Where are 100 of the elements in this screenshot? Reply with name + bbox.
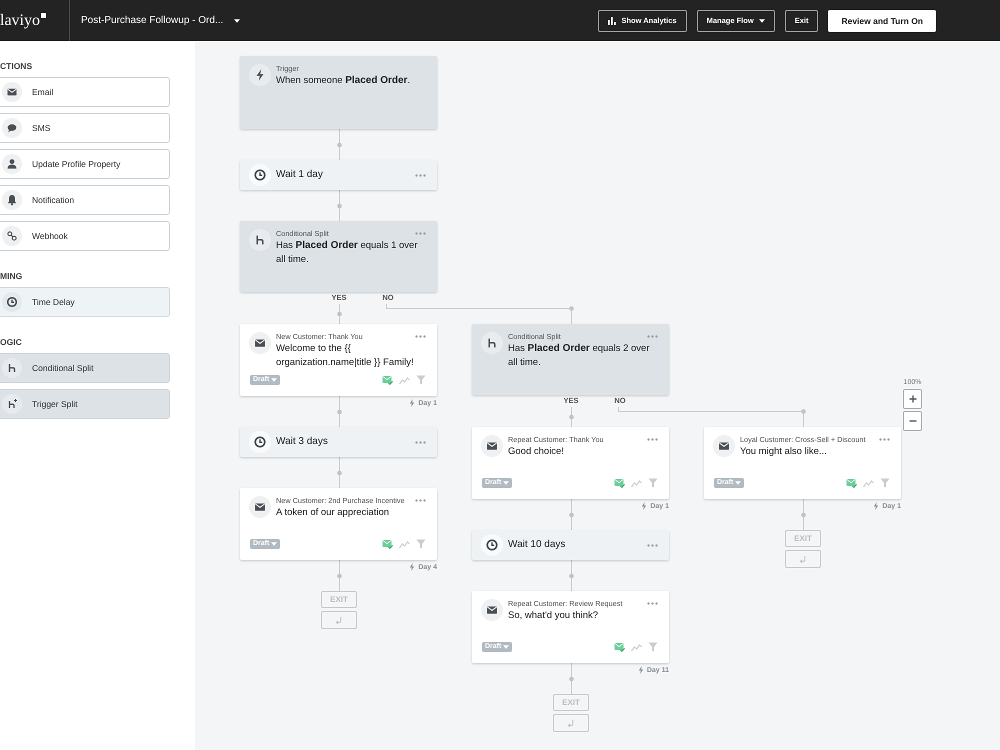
more-icon[interactable]	[415, 335, 426, 338]
envelope-icon	[249, 496, 271, 518]
sidebar-item[interactable]: Time Delay	[0, 287, 170, 317]
clock-icon	[2, 292, 22, 312]
chat-bubble-icon	[2, 118, 22, 138]
email-subject: Welcome to the {{ organization.name|title }} Family!	[276, 342, 415, 370]
split-plus-icon	[2, 394, 22, 414]
bar-chart-icon	[608, 16, 616, 24]
filter-icon[interactable]	[648, 478, 658, 488]
time-delay-card[interactable]: Wait 10 days	[472, 530, 669, 560]
envelope-check-icon[interactable]	[614, 642, 625, 652]
connector-line	[337, 190, 342, 222]
exit-node: EXIT	[785, 530, 821, 547]
envelope-icon	[481, 599, 503, 621]
lightning-icon	[873, 502, 880, 510]
envelope-check-icon[interactable]	[846, 478, 857, 488]
connector-line	[569, 560, 574, 592]
connector-line	[337, 396, 342, 428]
delay-text: Wait 3 days	[276, 435, 328, 449]
email-subject: So, what'd you think?	[508, 609, 600, 623]
sidebar-item[interactable]: SMS	[0, 113, 170, 143]
return-arrow-icon	[798, 554, 808, 564]
exit-node: EXIT	[553, 694, 589, 711]
analytics-icon[interactable]	[399, 540, 410, 548]
more-icon[interactable]	[647, 602, 658, 605]
delay-text: Wait 10 days	[508, 538, 566, 552]
section-heading: MING	[0, 271, 24, 282]
flow-title-dropdown[interactable]: Post-Purchase Followup - Ord...	[81, 15, 240, 26]
section-heading: OGIC	[0, 337, 23, 348]
analytics-icon[interactable]	[863, 478, 874, 488]
more-icon[interactable]	[415, 232, 426, 235]
more-icon[interactable]	[879, 438, 890, 441]
logo[interactable]: laviyo	[0, 12, 46, 28]
trigger-text: When someone Placed Order.	[276, 74, 412, 88]
split-icon	[249, 229, 271, 251]
person-icon	[2, 154, 22, 174]
more-icon[interactable]	[647, 544, 658, 546]
caret-icon	[234, 18, 240, 22]
filter-icon[interactable]	[648, 642, 658, 652]
caret-icon	[503, 481, 510, 485]
caret-icon	[271, 378, 278, 382]
time-delay-card[interactable]: Wait 1 day	[240, 160, 437, 190]
zoom-in-button[interactable]	[903, 389, 922, 409]
envelope-icon	[249, 332, 271, 354]
lightning-icon	[638, 666, 644, 674]
more-icon[interactable]	[415, 440, 426, 444]
caret-icon	[758, 18, 765, 22]
filter-icon[interactable]	[880, 478, 890, 488]
connector-line	[337, 560, 342, 592]
clock-icon	[249, 164, 271, 186]
sidebar-item[interactable]: Notification	[0, 185, 170, 215]
sidebar-item[interactable]: Conditional Split	[0, 353, 170, 383]
condition-text: Has Placed Order equals 1 over all time.	[276, 239, 418, 267]
envelope-check-icon[interactable]	[382, 539, 393, 549]
more-icon[interactable]	[647, 438, 658, 441]
envelope-check-icon[interactable]	[614, 478, 625, 488]
clock-icon	[481, 534, 503, 556]
filter-icon[interactable]	[416, 375, 426, 385]
caret-icon	[503, 645, 510, 649]
lightning-icon	[409, 563, 416, 571]
sidebar-item[interactable]: Update Profile Property	[0, 149, 170, 179]
sidebar-item[interactable]: Webhook	[0, 221, 170, 251]
lightning-icon	[409, 399, 416, 407]
section-heading: CTIONS	[0, 61, 34, 72]
envelope-check-icon[interactable]	[382, 375, 393, 385]
return-arrow-icon	[566, 718, 576, 728]
envelope-icon	[481, 435, 503, 457]
connector-line	[569, 498, 574, 530]
sidebar-item[interactable]: Email	[0, 77, 170, 107]
clock-icon	[249, 431, 271, 453]
plus-icon	[908, 395, 916, 403]
minus-icon	[908, 420, 916, 422]
delay-text: Wait 1 day	[276, 168, 323, 182]
email-subject: A token of our appreciation	[276, 506, 390, 520]
time-delay-card[interactable]: Wait 3 days	[240, 427, 437, 457]
return-arrow-icon	[334, 616, 344, 624]
email-subject: You might also like...	[740, 445, 828, 459]
more-icon[interactable]	[415, 174, 426, 176]
connector-line	[337, 128, 342, 160]
review-and-turn-on-button[interactable]: Review and Turn On	[828, 10, 936, 32]
connector-line	[569, 662, 574, 694]
connector-line	[337, 304, 342, 324]
analytics-icon[interactable]	[631, 478, 642, 488]
sidebar-item[interactable]: Trigger Split	[0, 389, 170, 419]
analytics-icon[interactable]	[631, 642, 642, 652]
reconnect-button[interactable]	[553, 714, 589, 732]
caret-icon	[735, 481, 742, 485]
more-icon[interactable]	[415, 499, 426, 502]
more-icon[interactable]	[647, 335, 658, 338]
analytics-icon[interactable]	[399, 376, 410, 384]
email-subject: Good choice!	[508, 445, 565, 459]
lightning-icon	[641, 502, 648, 510]
connector-line	[337, 456, 342, 488]
reconnect-button[interactable]	[321, 611, 357, 629]
caret-icon	[271, 542, 278, 546]
reconnect-button[interactable]	[785, 550, 821, 568]
filter-icon[interactable]	[416, 539, 426, 549]
exit-node: EXIT	[321, 591, 357, 608]
split-icon	[2, 358, 22, 378]
envelope-icon	[2, 82, 22, 102]
